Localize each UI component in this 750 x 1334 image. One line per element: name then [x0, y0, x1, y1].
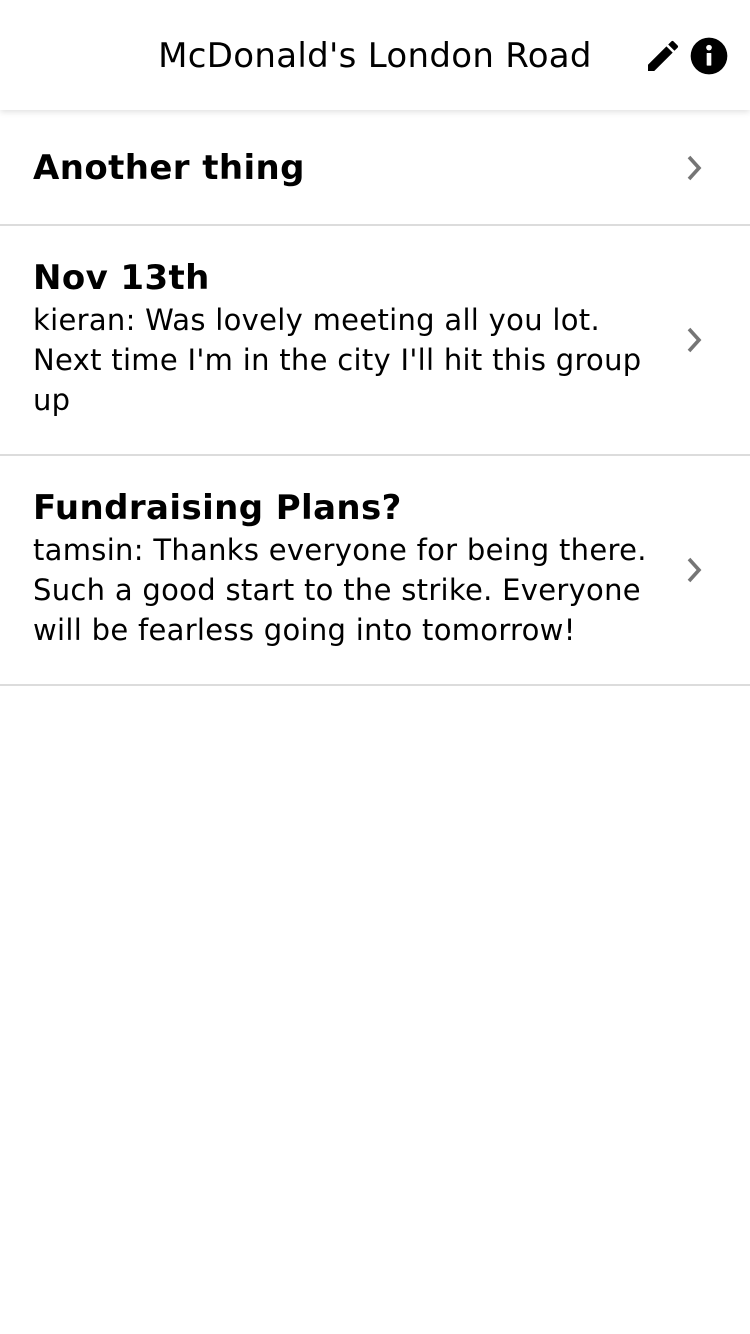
thread-list: Another thing Nov 13th kieran: Was lovel…: [0, 112, 750, 686]
chevron-right-icon: [684, 153, 706, 183]
info-icon: [689, 36, 729, 76]
chevron-right-icon: [684, 325, 706, 355]
info-button[interactable]: [688, 35, 730, 77]
thread-item-another-thing[interactable]: Another thing: [0, 112, 750, 226]
thread-title: Fundraising Plans?: [33, 488, 402, 528]
thread-preview: tamsin: Thanks everyone for being there.…: [33, 533, 647, 647]
header-actions: [642, 34, 730, 78]
page-title: McDonald's London Road: [158, 36, 592, 76]
app-header: McDonald's London Road: [0, 0, 750, 110]
thread-item-nov-13th[interactable]: Nov 13th kieran: Was lovely meeting all …: [0, 226, 750, 456]
chevron-right-icon: [684, 555, 706, 585]
thread-preview: kieran: Was lovely meeting all you lot. …: [33, 303, 642, 417]
pencil-icon: [643, 36, 683, 76]
edit-button[interactable]: [642, 35, 684, 77]
thread-title: Nov 13th: [33, 258, 210, 298]
thread-title: Another thing: [33, 148, 305, 188]
thread-item-fundraising-plans[interactable]: Fundraising Plans? tamsin: Thanks everyo…: [0, 456, 750, 686]
